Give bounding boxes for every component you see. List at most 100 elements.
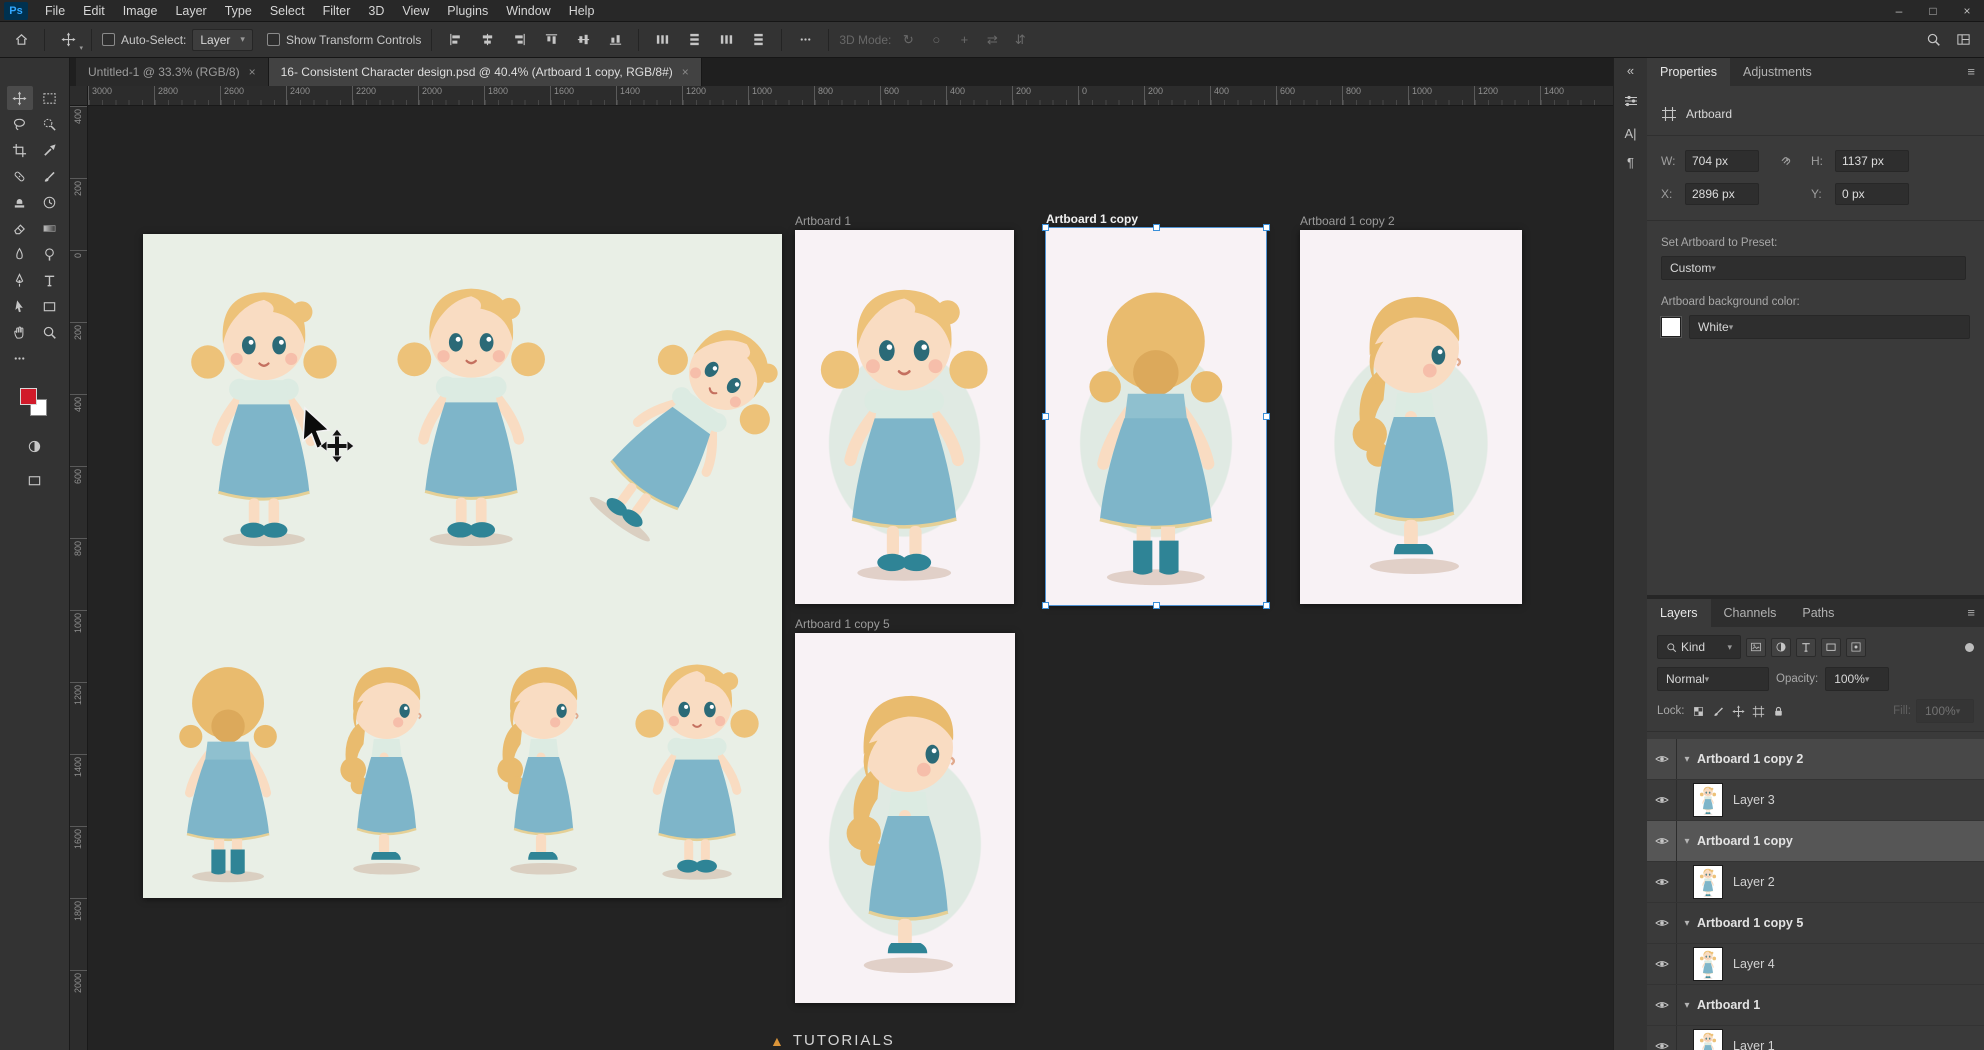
dodge-tool-icon[interactable] [37,242,63,266]
preset-dropdown[interactable]: Custom ▾ [1661,256,1966,280]
document-tab-active[interactable]: 16- Consistent Character design.psd @ 40… [269,58,702,86]
distribute-vertical-icon[interactable] [681,28,707,52]
artboard-reference-sheet[interactable] [143,234,782,898]
visibility-toggle[interactable] [1647,1026,1677,1050]
history-brush-tool-icon[interactable] [37,190,63,214]
width-field[interactable] [1685,150,1759,172]
menu-view[interactable]: View [393,0,438,22]
eyedropper-tool-icon[interactable] [37,138,63,162]
lock-paint-icon[interactable] [1712,705,1725,718]
canvas[interactable]: 4002000200400600800100012001400160018002… [70,106,1613,1050]
menu-image[interactable]: Image [114,0,167,22]
artboard-1-copy-2[interactable] [1300,230,1522,604]
type-tool-icon[interactable] [37,268,63,292]
opacity-dropdown[interactable]: 100% ▾ [1825,667,1889,691]
distribute-spacing-h-icon[interactable] [713,28,739,52]
tab-paths[interactable]: Paths [1789,599,1847,627]
type-layers-filter-icon[interactable] [1796,638,1816,657]
align-options-ellipsis-icon[interactable] [792,28,818,52]
artboard-label[interactable]: Artboard 1 copy 2 [1300,214,1395,228]
close-tab-icon[interactable]: × [682,65,689,79]
expand-panels-icon[interactable]: « [1627,64,1634,78]
brush-tool-icon[interactable] [37,164,63,188]
artboard-label[interactable]: Artboard 1 [795,214,851,228]
menu-3d[interactable]: 3D [359,0,393,22]
menu-window[interactable]: Window [497,0,559,22]
selection-handle[interactable] [1263,602,1270,609]
visibility-toggle[interactable] [1647,821,1677,861]
maximize-button[interactable]: □ [1916,0,1950,22]
lock-move-icon[interactable] [1732,705,1745,718]
layer-row-artboard[interactable]: ▾ Artboard 1 copy 2 [1647,739,1984,780]
filter-toggle[interactable] [1965,643,1974,652]
distribute-horizontal-icon[interactable] [649,28,675,52]
chevron-down-icon[interactable]: ▾ [1677,754,1697,765]
show-transform-checkbox[interactable] [267,33,280,46]
selection-handle[interactable] [1042,413,1049,420]
artboard-background-swatch[interactable] [1661,317,1681,337]
artboard-label-selected[interactable]: Artboard 1 copy [1046,212,1138,226]
healing-tool-icon[interactable] [7,164,33,188]
visibility-toggle[interactable] [1647,780,1677,820]
chevron-down-icon[interactable]: ▾ [1677,836,1697,847]
layer-row-artboard[interactable]: ▾ Artboard 1 copy [1647,821,1984,862]
layer-row[interactable]: Layer 1 [1647,1026,1984,1050]
filter-kind-dropdown[interactable]: Kind ▾ [1657,635,1741,659]
layer-row[interactable]: Layer 2 [1647,862,1984,903]
lock-transparent-icon[interactable] [1692,705,1705,718]
background-color-dropdown[interactable]: White ▾ [1689,315,1970,339]
move-tool-icon[interactable] [7,86,33,110]
artboard-label[interactable]: Artboard 1 copy 5 [795,617,890,631]
menu-help[interactable]: Help [560,0,604,22]
zoom-tool-icon[interactable] [37,320,63,344]
artboard-1[interactable] [795,230,1014,604]
adjustment-layers-filter-icon[interactable] [1771,638,1791,657]
move-tool-badge-icon[interactable]: ▾ [55,28,81,52]
color-swatches[interactable] [18,388,52,420]
auto-select-checkbox[interactable] [102,33,115,46]
shape-tool-icon[interactable] [37,294,63,318]
visibility-toggle[interactable] [1647,739,1677,779]
selection-handle[interactable] [1042,602,1049,609]
sliders-icon[interactable] [1623,93,1639,112]
align-right-icon[interactable] [506,28,532,52]
selection-handle[interactable] [1263,224,1270,231]
photoshop-logo[interactable]: Ps [4,2,28,20]
menu-edit[interactable]: Edit [74,0,114,22]
selection-handle[interactable] [1263,413,1270,420]
panel-menu-icon[interactable]: ≡ [1958,599,1984,627]
visibility-toggle[interactable] [1647,944,1677,984]
blend-mode-dropdown[interactable]: Normal ▾ [1657,667,1769,691]
align-left-icon[interactable] [442,28,468,52]
visibility-toggle[interactable] [1647,903,1677,943]
paragraph-panel-icon[interactable]: ¶ [1627,156,1634,170]
layer-row[interactable]: Layer 4 [1647,944,1984,985]
crop-tool-icon[interactable] [7,138,33,162]
home-icon[interactable] [8,28,34,52]
auto-select-mode-dropdown[interactable]: Layer▾ [192,29,253,51]
chevron-down-icon[interactable]: ▾ [1677,918,1697,929]
tab-layers[interactable]: Layers [1647,599,1711,627]
smart-object-filter-icon[interactable] [1846,638,1866,657]
align-bottom-icon[interactable] [602,28,628,52]
layer-row[interactable]: Layer 3 [1647,780,1984,821]
minimize-button[interactable]: – [1882,0,1916,22]
lock-artboard-icon[interactable] [1752,705,1765,718]
gradient-tool-icon[interactable] [37,216,63,240]
chevron-down-icon[interactable]: ▾ [1677,1000,1697,1011]
quick-mask-icon[interactable] [22,434,48,458]
path-select-tool-icon[interactable] [7,294,33,318]
pixel-layers-filter-icon[interactable] [1746,638,1766,657]
clone-stamp-tool-icon[interactable] [7,190,33,214]
blur-tool-icon[interactable] [7,242,33,266]
shape-layers-filter-icon[interactable] [1821,638,1841,657]
menu-plugins[interactable]: Plugins [438,0,497,22]
artboard-1-copy[interactable] [1046,228,1266,605]
workspace-icon[interactable] [1950,28,1976,52]
selection-handle[interactable] [1042,224,1049,231]
marquee-tool-icon[interactable] [37,86,63,110]
align-top-icon[interactable] [538,28,564,52]
vertical-ruler[interactable]: 4002000200400600800100012001400160018002… [70,106,88,1050]
screen-mode-icon[interactable] [22,468,48,492]
align-middle-icon[interactable] [570,28,596,52]
